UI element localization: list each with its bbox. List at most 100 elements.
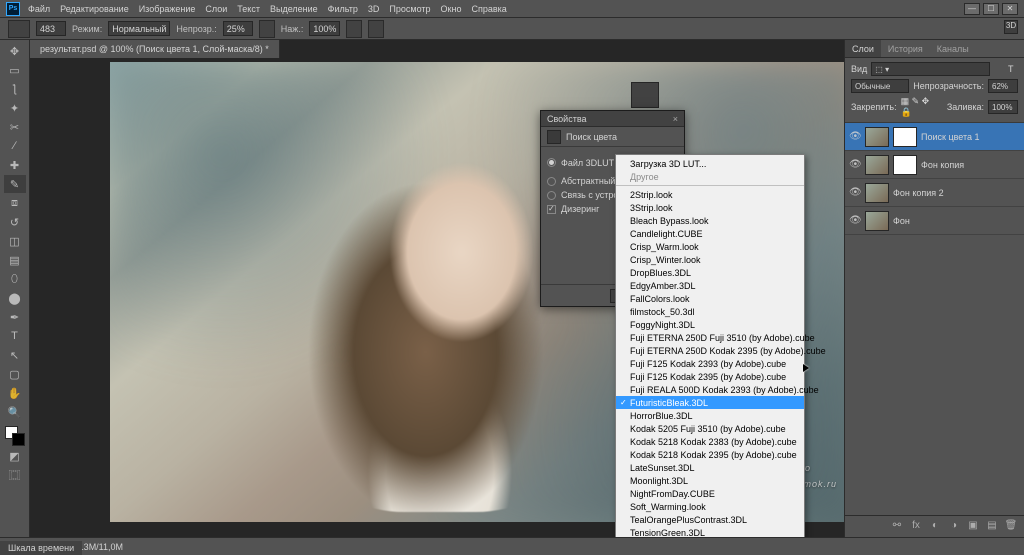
layer-row[interactable]: 👁Фон копия 2 [845, 179, 1024, 207]
fx-icon[interactable]: fx [909, 520, 923, 534]
lut-item[interactable]: Fuji REALA 500D Kodak 2393 (by Adobe).cu… [616, 383, 804, 396]
lut-item[interactable]: Загрузка 3D LUT... [616, 157, 804, 170]
lut-item[interactable]: LateSunset.3DL [616, 461, 804, 474]
path-tool[interactable]: ↖ [4, 346, 26, 364]
layer-opacity-field[interactable]: 62% [988, 79, 1018, 93]
lut-item[interactable]: FuturisticBleak.3DL [616, 396, 804, 409]
group-icon[interactable]: ▣ [966, 520, 980, 534]
menu-редактирование[interactable]: Редактирование [60, 4, 129, 14]
hand-tool[interactable]: ✋ [4, 384, 26, 402]
lut-item[interactable]: 2Strip.look [616, 188, 804, 201]
lut-item[interactable]: Fuji ETERNA 250D Fuji 3510 (by Adobe).cu… [616, 331, 804, 344]
new-layer-icon[interactable]: ▤ [985, 520, 999, 534]
maximize-button[interactable]: ☐ [983, 3, 999, 15]
eyedropper-tool[interactable]: ∕ [4, 137, 26, 155]
checkbox-dither[interactable] [547, 205, 556, 214]
layer-row[interactable]: 👁Фон [845, 207, 1024, 235]
mask-thumb[interactable] [893, 155, 917, 175]
lut-item[interactable]: EdgyAmber.3DL [616, 279, 804, 292]
quickmask-tool[interactable]: ◩ [4, 447, 26, 465]
type-tool[interactable]: T [4, 327, 26, 345]
kind-filter[interactable]: ⬚ ▾ [871, 62, 990, 76]
menu-фильтр[interactable]: Фильтр [328, 4, 358, 14]
lut-item[interactable]: Kodak 5218 Kodak 2383 (by Adobe).cube [616, 435, 804, 448]
lut-item[interactable]: Moonlight.3DL [616, 474, 804, 487]
pen-tool[interactable]: ✒ [4, 308, 26, 326]
screenmode-tool[interactable]: ⿴ [4, 466, 26, 484]
flow-field[interactable]: 100% [309, 21, 340, 36]
zoom-tool[interactable]: 🔍 [4, 403, 26, 421]
lut-item[interactable]: Candlelight.CUBE [616, 227, 804, 240]
lut-item[interactable]: TensionGreen.3DL [616, 526, 804, 537]
close-button[interactable]: ✕ [1002, 3, 1018, 15]
stamp-tool[interactable]: ⧈ [4, 194, 26, 212]
lut-item[interactable]: Bleach Bypass.look [616, 214, 804, 227]
blend-mode-select[interactable]: Нормальный [108, 21, 170, 36]
gradient-tool[interactable]: ▤ [4, 251, 26, 269]
lut-item[interactable]: FallColors.look [616, 292, 804, 305]
crop-tool[interactable]: ✂ [4, 118, 26, 136]
lasso-tool[interactable]: ƪ [4, 80, 26, 98]
fill-field[interactable]: 100% [988, 100, 1018, 114]
panel-close-icon[interactable]: × [673, 114, 678, 124]
panel-tab-0[interactable]: Слои [845, 40, 881, 57]
workspace-switcher[interactable]: 3D [1004, 20, 1018, 34]
blend-mode-select-layer[interactable]: Обычные [851, 79, 909, 93]
lut-item[interactable]: filmstock_50.3dl [616, 305, 804, 318]
layer-row[interactable]: 👁Поиск цвета 1 [845, 123, 1024, 151]
menu-файл[interactable]: Файл [28, 4, 50, 14]
lut-item[interactable]: TealOrangePlusContrast.3DL [616, 513, 804, 526]
menu-текст[interactable]: Текст [237, 4, 260, 14]
eraser-tool[interactable]: ◫ [4, 232, 26, 250]
mask-icon[interactable]: ◐ [928, 520, 942, 534]
lut-item[interactable]: 3Strip.look [616, 201, 804, 214]
blur-tool[interactable]: ⬯ [4, 270, 26, 288]
marquee-tool[interactable]: ▭ [4, 61, 26, 79]
brush-size-field[interactable]: 483 [36, 21, 66, 36]
collapsed-panel-1[interactable] [631, 82, 659, 108]
layer-thumb[interactable] [865, 211, 889, 231]
timeline-tab[interactable]: Шкала времени [0, 541, 82, 555]
minimize-button[interactable]: — [964, 3, 980, 15]
menu-просмотр[interactable]: Просмотр [389, 4, 430, 14]
adjustment-new-icon[interactable]: ◑ [947, 520, 961, 534]
layer-thumb[interactable] [865, 183, 889, 203]
pressure-opacity-icon[interactable] [259, 20, 275, 38]
lock-icons[interactable]: ▦ ✎ ✥ 🔒 [901, 96, 943, 118]
lut-item[interactable]: NightFromDay.CUBE [616, 487, 804, 500]
delete-icon[interactable]: 🗑 [1004, 520, 1018, 534]
brush-tool[interactable]: ✎ [4, 175, 26, 193]
layer-thumb[interactable] [865, 155, 889, 175]
menu-окно[interactable]: Окно [441, 4, 462, 14]
lut-item[interactable]: DropBlues.3DL [616, 266, 804, 279]
document-tab[interactable]: результат.psd @ 100% (Поиск цвета 1, Сло… [30, 40, 280, 58]
lut-item[interactable]: HorrorBlue.3DL [616, 409, 804, 422]
pressure-size-icon[interactable] [368, 20, 384, 38]
panel-tab-1[interactable]: История [881, 40, 930, 57]
radio-abstract[interactable] [547, 177, 556, 186]
eye-icon[interactable]: 👁 [849, 159, 861, 171]
eye-icon[interactable]: 👁 [849, 131, 861, 143]
link-icon[interactable]: ⚯ [890, 520, 904, 534]
lut-item[interactable]: Crisp_Winter.look [616, 253, 804, 266]
lut-item[interactable]: Crisp_Warm.look [616, 240, 804, 253]
lut-item[interactable]: Fuji F125 Kodak 2393 (by Adobe).cube [616, 357, 804, 370]
lut-item[interactable]: Kodak 5218 Kodak 2395 (by Adobe).cube [616, 448, 804, 461]
layer-thumb[interactable] [865, 127, 889, 147]
dodge-tool[interactable]: ⬤ [4, 289, 26, 307]
menu-3d[interactable]: 3D [368, 4, 380, 14]
color-swatches[interactable] [5, 426, 25, 446]
opacity-field[interactable]: 25% [223, 21, 253, 36]
radio-3dlut[interactable] [547, 158, 556, 167]
tool-preset-icon[interactable] [8, 20, 30, 38]
lut-item[interactable]: FoggyNight.3DL [616, 318, 804, 331]
lut-item[interactable]: Fuji ETERNA 250D Kodak 2395 (by Adobe).c… [616, 344, 804, 357]
wand-tool[interactable]: ✦ [4, 99, 26, 117]
menu-изображение[interactable]: Изображение [139, 4, 196, 14]
radio-devicelink[interactable] [547, 191, 556, 200]
menu-слои[interactable]: Слои [205, 4, 227, 14]
move-tool[interactable]: ✥ [4, 42, 26, 60]
eye-icon[interactable]: 👁 [849, 215, 861, 227]
menu-справка[interactable]: Справка [471, 4, 506, 14]
layer-row[interactable]: 👁Фон копия [845, 151, 1024, 179]
